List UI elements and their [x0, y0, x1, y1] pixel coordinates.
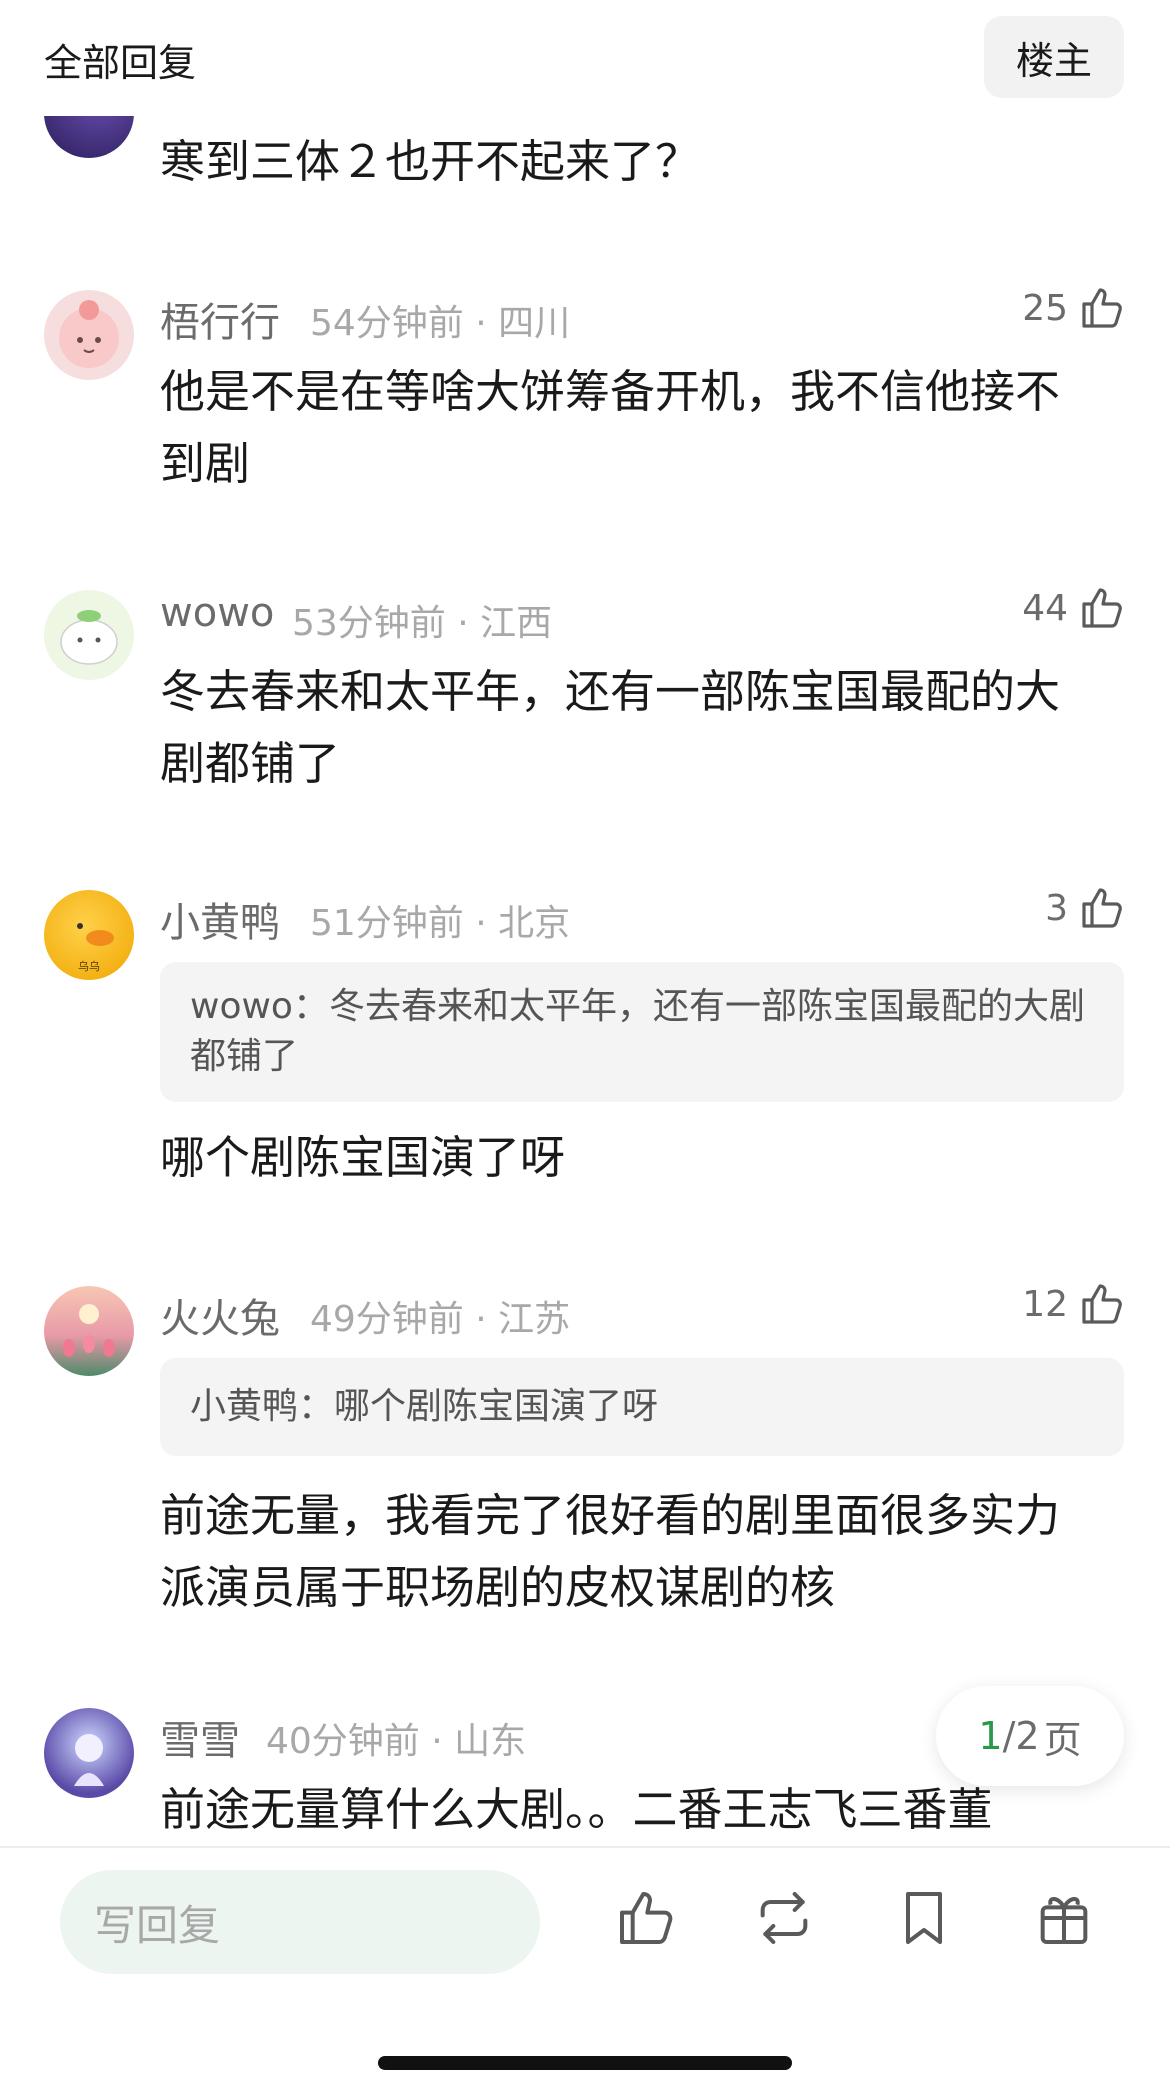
like-count: 3: [1045, 887, 1068, 929]
thumbs-up-icon: [1082, 1284, 1122, 1324]
avatar[interactable]: [44, 1286, 134, 1376]
quoted-reply[interactable]: 小黄鸭：哪个剧陈宝国演了呀: [160, 1358, 1124, 1456]
like-count: 44: [1022, 587, 1068, 629]
comment-text: 前途无量算什么大剧。。二番王志飞三番董: [160, 1783, 993, 1836]
comment-text: 前途无量，我看完了很好看的剧里面很多实力派演员属于职场剧的皮权谋剧的核: [160, 1489, 1061, 1614]
comment-meta: 54分钟前 · 四川: [310, 303, 571, 344]
avatar[interactable]: [44, 1708, 134, 1798]
avatar[interactable]: [44, 590, 134, 680]
avatar[interactable]: [44, 116, 134, 158]
comment-meta: 40分钟前 · 山东: [266, 1721, 527, 1762]
home-indicator[interactable]: [378, 2056, 792, 2070]
page-indicator[interactable]: 1 /2 页: [936, 1686, 1124, 1786]
comment-text: 他是不是在等啥大饼筹备开机，我不信他接不到剧: [160, 365, 1061, 490]
like-count: 12: [1022, 1283, 1068, 1325]
replies-page: 全部回复 楼主 寒到三体２也开不起来了？ 梧行行 54分钟前 · 四川 25 他…: [0, 0, 1170, 2097]
comment-text: 寒到三体２也开不起来了？: [160, 135, 701, 188]
like-button[interactable]: 25: [1022, 284, 1126, 332]
comment-author[interactable]: 雪雪: [160, 1708, 240, 1766]
quoted-reply[interactable]: wowo：冬去春来和太平年，还有一部陈宝国最配的大剧都铺了: [160, 962, 1124, 1102]
thumbs-up-icon: [1082, 288, 1122, 328]
like-button[interactable]: 3: [1045, 884, 1126, 932]
comment-text: 哪个剧陈宝国演了呀: [160, 1131, 566, 1184]
comment-author[interactable]: 火火兔: [160, 1286, 280, 1344]
total-pages: /2: [1002, 1714, 1040, 1758]
repost-icon[interactable]: [752, 1886, 816, 1950]
thumbs-up-icon: [1082, 888, 1122, 928]
page-unit: 页: [1043, 1717, 1082, 1762]
thumbs-up-icon[interactable]: [614, 1886, 678, 1950]
avatar[interactable]: [44, 290, 134, 380]
comment-author[interactable]: 小黄鸭: [160, 890, 280, 948]
reply-input[interactable]: 写回复: [60, 1870, 540, 1974]
gift-icon[interactable]: [1032, 1886, 1096, 1950]
comment-meta: 49分钟前 · 江苏: [310, 1299, 571, 1340]
avatar-text: 乌乌: [78, 959, 100, 973]
current-page: 1: [978, 1714, 1003, 1758]
like-button[interactable]: 44: [1022, 584, 1126, 632]
comment-author[interactable]: 梧行行: [160, 290, 280, 348]
bookmark-icon[interactable]: [892, 1886, 956, 1950]
bottom-bar: 写回复: [0, 1846, 1170, 2097]
op-only-button[interactable]: 楼主: [984, 16, 1124, 98]
page-title: 全部回复: [44, 41, 197, 85]
comment-list[interactable]: 寒到三体２也开不起来了？ 梧行行 54分钟前 · 四川 25 他是不是在等啥大饼…: [0, 116, 1170, 1846]
comment-text: 冬去春来和太平年，还有一部陈宝国最配的大剧都铺了: [160, 665, 1061, 790]
like-button[interactable]: 12: [1022, 1280, 1126, 1328]
header: 全部回复 楼主: [0, 0, 1170, 116]
avatar[interactable]: 乌乌: [44, 890, 134, 980]
comment-meta: 51分钟前 · 北京: [310, 903, 571, 944]
comment-author[interactable]: wowo: [160, 590, 274, 636]
thumbs-up-icon: [1082, 588, 1122, 628]
comment-meta: 53分钟前 · 江西: [292, 603, 553, 644]
like-count: 25: [1022, 287, 1068, 329]
